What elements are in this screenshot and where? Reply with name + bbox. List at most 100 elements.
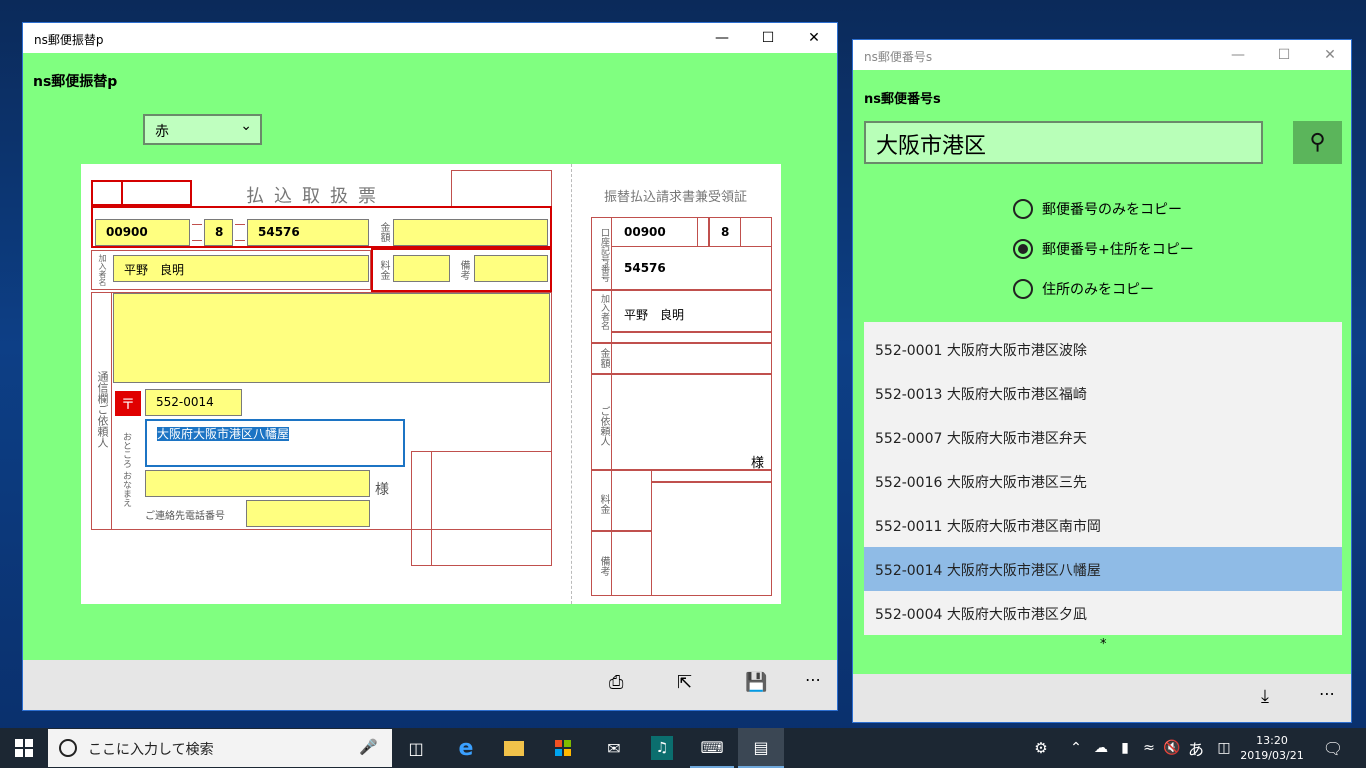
print-icon[interactable]: ⎙: [609, 672, 623, 693]
maximize-icon[interactable]: ☐: [1261, 40, 1307, 70]
account-no2-field[interactable]: 54576: [247, 219, 369, 246]
phone-field[interactable]: [246, 500, 370, 527]
radio-circle-selected: [1013, 239, 1033, 259]
left-window: ns郵便振替p — ☐ ✕ ns郵便振替p 赤 ⌄ 払込取扱票 00900 8 …: [22, 22, 838, 711]
receipt-stamp-box: [651, 469, 772, 596]
close-icon[interactable]: ✕: [791, 23, 837, 53]
mail-icon[interactable]: ✉: [590, 728, 638, 768]
export-icon[interactable]: ⇱: [677, 672, 692, 693]
form-divider: [571, 164, 572, 604]
form-top-box-1: [91, 180, 123, 206]
form-top-box-2: [121, 180, 192, 206]
label-communication: 通信欄ご依頼人: [96, 370, 109, 448]
wifi-icon[interactable]: ≈: [1138, 728, 1160, 768]
label-ryokin: 料金: [378, 260, 389, 280]
save-icon[interactable]: 💾: [745, 672, 767, 693]
receipt-label-kingaku: 金額: [598, 348, 609, 368]
volume-icon[interactable]: 🔇: [1160, 728, 1184, 768]
search-input[interactable]: 大阪市港区: [864, 121, 1263, 164]
account-check-field[interactable]: 8: [204, 219, 233, 246]
color-select[interactable]: 赤 ⌄: [143, 114, 262, 145]
address-field[interactable]: 大阪府大阪市港区八幡屋: [145, 419, 405, 467]
task-view-icon[interactable]: ◫: [394, 728, 438, 768]
communication-field[interactable]: [113, 293, 550, 383]
battery-icon[interactable]: ▮: [1114, 728, 1136, 768]
microphone-icon[interactable]: 🎤: [359, 738, 378, 756]
more-icon[interactable]: ⋯: [805, 670, 821, 689]
taskbar-search-box[interactable]: ここに入力して検索 🎤: [48, 729, 392, 767]
receipt-label-ryokin: 料金: [598, 494, 609, 514]
receipt-label-account: 口座記号番号: [599, 228, 609, 282]
clock[interactable]: 13:20 2019/03/21: [1240, 729, 1304, 767]
list-item[interactable]: 552-0007 大阪府大阪市港区弁天: [864, 415, 1342, 459]
minimize-icon[interactable]: —: [1215, 40, 1261, 70]
payment-form: 払込取扱票 00900 8 54576 金額 加入者名 平野 良明 料金 備考 …: [81, 164, 781, 604]
more-icon[interactable]: ⋯: [1319, 684, 1335, 703]
list-item-selected[interactable]: 552-0014 大阪府大阪市港区八幡屋: [864, 547, 1342, 591]
left-app-header: ns郵便振替p: [33, 74, 118, 90]
active-app-icon[interactable]: ▤: [738, 728, 784, 768]
search-value: 大阪市港区: [876, 134, 987, 159]
search-circle-icon: [59, 739, 77, 757]
left-window-title: ns郵便振替p: [34, 33, 104, 47]
cloud-icon[interactable]: ☁: [1090, 728, 1112, 768]
keyboard-app-icon[interactable]: ⌨: [690, 728, 734, 768]
download-icon[interactable]: ⤓: [1261, 686, 1269, 707]
close-icon[interactable]: ✕: [1307, 40, 1351, 70]
receipt-row-sep-4: [591, 373, 772, 375]
left-titlebar: ns郵便振替p — ☐ ✕: [23, 23, 837, 53]
music-app-icon[interactable]: ♫: [640, 728, 684, 768]
stamp-area-col: [411, 451, 432, 566]
stamp-area-outer: [411, 451, 552, 566]
color-select-value: 赤: [155, 124, 169, 140]
postal-code-field[interactable]: 552-0014: [145, 389, 242, 416]
name-field[interactable]: [145, 470, 370, 497]
label-phone: ご連絡先電話番号: [145, 511, 225, 522]
list-item[interactable]: 552-0004 大阪府大阪市港区夕凪: [864, 591, 1342, 635]
radio-label: 郵便番号のみをコピー: [1042, 202, 1182, 218]
form-stamp-box: [451, 170, 552, 208]
list-item[interactable]: 552-0011 大阪府大阪市港区南市岡: [864, 503, 1342, 547]
edge-browser-icon[interactable]: e: [444, 728, 488, 768]
receipt-stamp-sep: [651, 481, 772, 483]
receipt-dash-box: [697, 217, 709, 247]
list-item[interactable]: 552-0001 大阪府大阪市港区波除: [864, 327, 1342, 371]
postal-mark-icon: 〒: [115, 391, 141, 416]
maximize-icon[interactable]: ☐: [745, 23, 791, 53]
receipt-subscriber: 平野 良明: [624, 308, 685, 322]
subscriber-field[interactable]: 平野 良明: [113, 255, 369, 282]
right-app-header: ns郵便番号s: [864, 92, 941, 107]
ime-indicator[interactable]: あ: [1184, 728, 1208, 768]
notification-icon[interactable]: 🗨: [1318, 728, 1348, 768]
account-no1-field[interactable]: 00900: [95, 219, 190, 246]
people-icon[interactable]: ⚙: [1028, 728, 1054, 768]
right-titlebar: ns郵便番号s — ☐ ✕: [853, 40, 1351, 70]
receipt-label-requester: ご依頼人: [598, 406, 609, 446]
chevron-up-icon[interactable]: ⌃: [1066, 728, 1086, 768]
radio-copy-postal[interactable]: 郵便番号のみをコピー: [1013, 198, 1182, 220]
windows-start-icon[interactable]: [0, 728, 48, 768]
chevron-down-icon: ⌄: [240, 118, 252, 134]
store-icon[interactable]: [541, 728, 585, 768]
radio-copy-postal-address[interactable]: 郵便番号+住所をコピー: [1013, 238, 1194, 260]
search-icon: ⚲: [1309, 130, 1326, 155]
right-window: ns郵便番号s — ☐ ✕ ns郵便番号s 大阪市港区 ⚲ 郵便番号のみをコピー…: [852, 39, 1352, 723]
receipt-account-no2: 54576: [624, 261, 666, 275]
list-item[interactable]: 552-0016 大阪府大阪市港区三先: [864, 459, 1342, 503]
receipt-label-biko: 備考: [598, 556, 609, 576]
radio-copy-address[interactable]: 住所のみをコピー: [1013, 278, 1154, 300]
search-button[interactable]: ⚲: [1293, 121, 1342, 164]
label-address: おところ おなまえ: [121, 431, 131, 507]
remarks-field[interactable]: [474, 255, 548, 282]
receipt-title: 振替払込請求書兼受領証: [604, 190, 748, 205]
ime-mode-icon[interactable]: ◫: [1212, 728, 1236, 768]
minimize-icon[interactable]: —: [699, 23, 745, 53]
list-item[interactable]: 552-0013 大阪府大阪市港区福崎: [864, 371, 1342, 415]
receipt-row-sep-1: [591, 289, 772, 291]
amount-field[interactable]: [393, 219, 548, 246]
label-subscriber: 加入者名: [98, 254, 107, 286]
file-explorer-icon[interactable]: [492, 728, 536, 768]
receipt-label-subscriber: 加入者名: [599, 294, 609, 330]
radio-circle: [1013, 279, 1033, 299]
fee-field[interactable]: [393, 255, 450, 282]
